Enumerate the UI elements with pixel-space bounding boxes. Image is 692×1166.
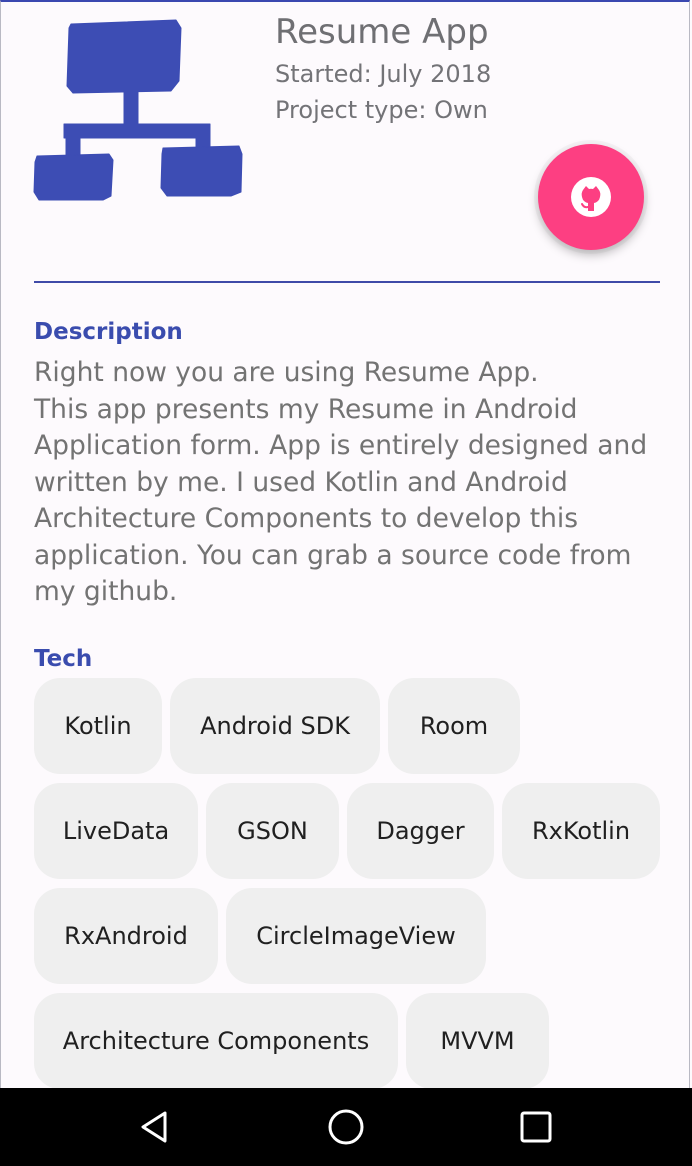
header-divider — [34, 281, 660, 283]
description-text: Right now you are using Resume App. This… — [34, 357, 648, 607]
tech-chip-livedata[interactable]: LiveData — [34, 783, 198, 879]
tech-chip-mvvm[interactable]: MVVM — [406, 993, 549, 1089]
tech-chip-architecture-components[interactable]: Architecture Components — [34, 993, 398, 1089]
tech-chip-kotlin[interactable]: Kotlin — [34, 678, 162, 774]
tech-chip-gson[interactable]: GSON — [206, 783, 339, 879]
tech-heading: Tech — [34, 646, 93, 672]
navigation-bar — [0, 1088, 692, 1166]
project-title: Resume App — [275, 12, 489, 52]
tech-chip-android-sdk[interactable]: Android SDK — [170, 678, 380, 774]
project-type: Project type: Own — [275, 96, 488, 124]
home-button[interactable] — [321, 1102, 371, 1152]
tech-chip-dagger[interactable]: Dagger — [347, 783, 494, 879]
back-icon — [141, 1111, 167, 1143]
tech-chip-room[interactable]: Room — [388, 678, 520, 774]
back-button[interactable] — [130, 1102, 180, 1152]
recents-button[interactable] — [511, 1102, 561, 1152]
recents-icon — [520, 1111, 552, 1143]
github-button[interactable] — [538, 144, 644, 250]
sitemap-icon — [33, 19, 243, 201]
description-heading: Description — [34, 319, 183, 345]
project-detail-screen: Resume App Started: July 2018 Project ty… — [0, 0, 690, 1089]
tech-chip-circleimageview[interactable]: CircleImageView — [226, 888, 486, 984]
home-icon — [328, 1109, 364, 1145]
github-icon — [571, 177, 611, 217]
project-started: Started: July 2018 — [275, 60, 492, 88]
tech-chip-rxandroid[interactable]: RxAndroid — [34, 888, 218, 984]
tech-chip-rxkotlin[interactable]: RxKotlin — [502, 783, 660, 879]
